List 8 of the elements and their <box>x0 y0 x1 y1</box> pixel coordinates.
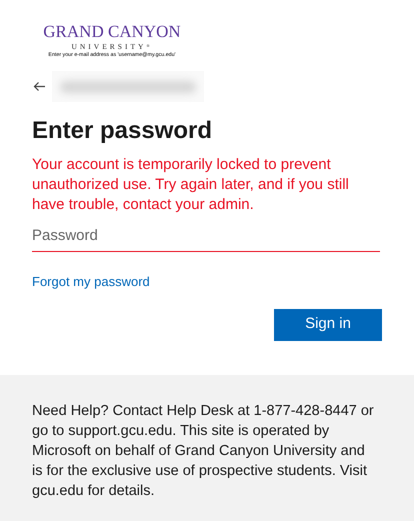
password-field[interactable]: Password <box>32 220 380 252</box>
error-message: Your account is temporarily locked to prevent unauthorized use. Try again later, and if you still have trouble, contact your admin. <box>32 155 350 215</box>
footer-text: Need Help? Contact Help Desk at 1-877-428-8447 or go to support.gcu.edu. This site is operated by Microsoft on behalf of Grand Canyon University and is for the exclusive use of prospective students. Visit gcu.edu for details. <box>32 402 374 501</box>
back-arrow-icon[interactable] <box>32 80 46 94</box>
logo-name: GRAND CANYON <box>43 22 181 42</box>
page-heading: Enter password <box>32 116 214 146</box>
sign-in-button[interactable]: Sign in <box>274 308 382 340</box>
forgot-password-link[interactable]: Forgot my password <box>32 272 150 292</box>
